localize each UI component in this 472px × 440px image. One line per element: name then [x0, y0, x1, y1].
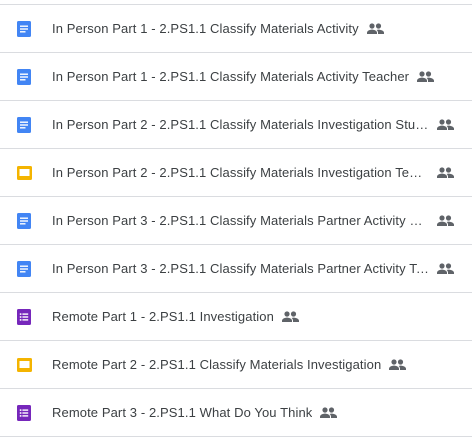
- shared-people-icon: [417, 71, 435, 83]
- google-docs-icon: [16, 212, 32, 229]
- file-row[interactable]: In Person Part 3 - 2.PS1.1 Classify Mate…: [0, 245, 472, 293]
- google-slides-icon: [16, 165, 32, 181]
- file-name: In Person Part 2 - 2.PS1.1 Classify Mate…: [52, 165, 429, 180]
- google-docs-icon: [16, 20, 32, 37]
- file-row[interactable]: In Person Part 3 - 2.PS1.1 Classify Mate…: [0, 197, 472, 245]
- file-name: In Person Part 3 - 2.PS1.1 Classify Mate…: [52, 261, 429, 276]
- file-name: In Person Part 2 - 2.PS1.1 Classify Mate…: [52, 117, 429, 132]
- file-row[interactable]: In Person Part 2 - 2.PS1.1 Classify Mate…: [0, 149, 472, 197]
- shared-people-icon: [437, 215, 455, 227]
- file-name: Remote Part 1 - 2.PS1.1 Investigation: [52, 309, 274, 324]
- shared-people-icon: [437, 119, 455, 131]
- google-forms-icon: [16, 404, 32, 421]
- shared-people-icon: [366, 23, 385, 35]
- shared-people-icon: [281, 311, 300, 323]
- file-name: Remote Part 3 - 2.PS1.1 What Do You Thin…: [52, 405, 313, 420]
- file-row[interactable]: In Person Part 1 - 2.PS1.1 Classify Mate…: [0, 5, 472, 53]
- file-name: In Person Part 3 - 2.PS1.1 Classify Mate…: [52, 213, 429, 228]
- google-docs-icon: [16, 260, 32, 277]
- shared-people-icon: [320, 407, 338, 419]
- file-row[interactable]: Remote Part 2 - 2.PS1.1 Classify Materia…: [0, 341, 472, 389]
- file-row[interactable]: Remote Part 1 - 2.PS1.1 Investigation: [0, 293, 472, 341]
- shared-people-icon: [437, 167, 455, 179]
- file-list: In Person Part 1 - 2.PS1.1 Classify Mate…: [0, 4, 472, 437]
- google-forms-icon: [16, 308, 32, 325]
- shared-people-icon: [437, 263, 455, 275]
- google-slides-icon: [16, 357, 32, 373]
- shared-people-icon: [389, 359, 407, 371]
- google-docs-icon: [16, 68, 32, 85]
- file-name: In Person Part 1 - 2.PS1.1 Classify Mate…: [52, 21, 359, 36]
- file-row[interactable]: In Person Part 1 - 2.PS1.1 Classify Mate…: [0, 53, 472, 101]
- file-name: Remote Part 2 - 2.PS1.1 Classify Materia…: [52, 357, 382, 372]
- file-row[interactable]: Remote Part 3 - 2.PS1.1 What Do You Thin…: [0, 389, 472, 437]
- file-name: In Person Part 1 - 2.PS1.1 Classify Mate…: [52, 69, 410, 84]
- google-docs-icon: [16, 116, 32, 133]
- file-row[interactable]: In Person Part 2 - 2.PS1.1 Classify Mate…: [0, 101, 472, 149]
